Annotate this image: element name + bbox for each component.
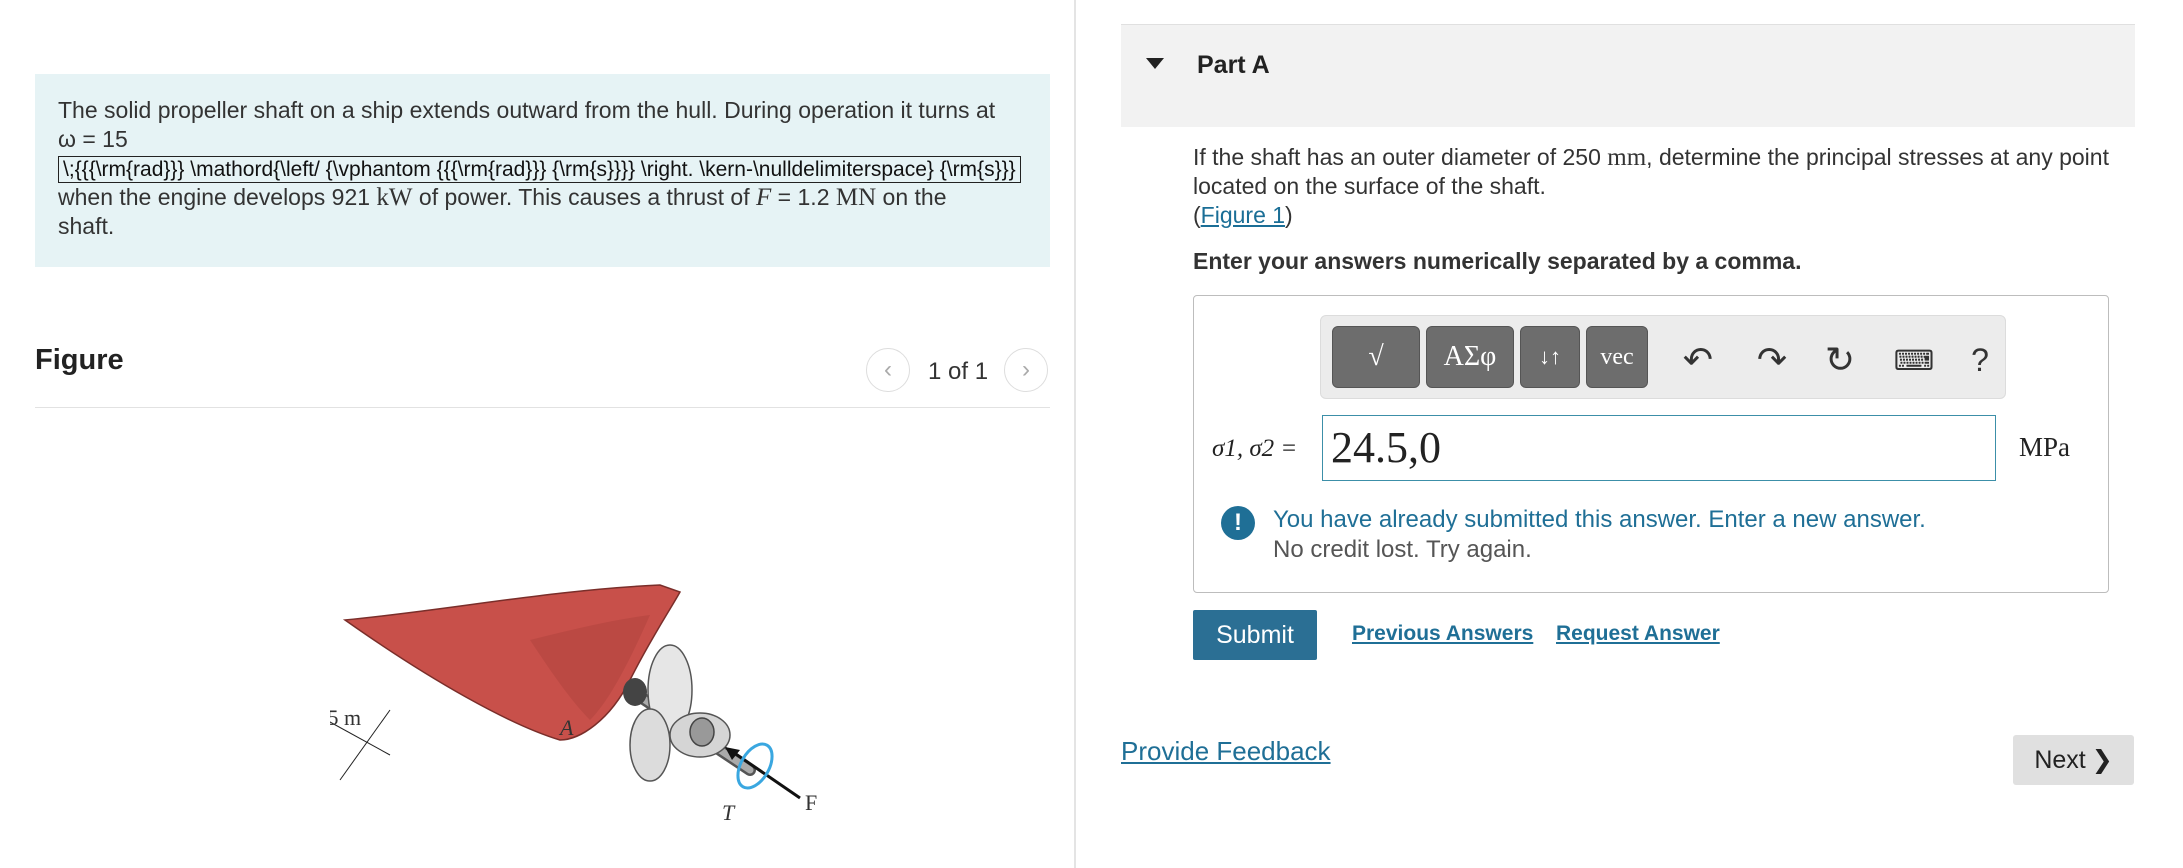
figure-pager-text: 1 of 1 [928, 358, 989, 385]
problem-statement: The solid propeller shaft on a ship exte… [58, 96, 1038, 241]
exclamation-icon: ! [1221, 506, 1255, 540]
templates-button[interactable]: √ [1332, 326, 1420, 388]
reset-icon[interactable]: ↻ [1816, 339, 1864, 380]
answer-unit: MPa [2019, 432, 2071, 462]
feedback-message: You have already submitted this answer. … [1273, 506, 1926, 533]
problem-omega: ω = 15 [58, 126, 128, 152]
label-a: A [558, 715, 574, 740]
latex-render-error: \;{{{\rm{rad}}} \mathord{\left/ {\vphant… [58, 156, 1021, 183]
propeller-blade-bottom [629, 708, 671, 782]
problem-line-1: The solid propeller shaft on a ship exte… [58, 97, 996, 123]
label-t: T [722, 800, 736, 825]
answer-input[interactable]: 24.5,0 [1322, 415, 1996, 481]
answer-label: σ1, σ2 = [1212, 435, 1298, 462]
panel-divider [1074, 0, 1076, 868]
greek-symbols-button[interactable]: ΑΣφ [1426, 326, 1514, 388]
propeller-shaft-figure: 0.75 m A T F [330, 584, 817, 825]
chevron-left-icon: ‹ [884, 356, 892, 383]
hull-shape [342, 584, 682, 741]
question-text: If the shaft has an outer diameter of 25… [1193, 144, 2109, 228]
problem-line-4: shaft. [58, 213, 115, 239]
keyboard-icon[interactable]: ⌨ [1886, 340, 1942, 380]
figure-title: Figure [35, 344, 124, 376]
part-a-header[interactable] [1121, 24, 2135, 127]
chevron-right-icon: › [1022, 356, 1030, 383]
collapse-caret-icon[interactable] [1146, 58, 1164, 69]
feedback-subtext: No credit lost. Try again. [1273, 536, 1532, 563]
chevron-right-icon: ❯ [2091, 746, 2113, 774]
request-answer-link[interactable]: Request Answer [1556, 622, 1720, 646]
submit-button[interactable]: Submit [1193, 610, 1317, 660]
next-figure-button[interactable]: › [1004, 348, 1048, 392]
answer-instruction: Enter your answers numerically separated… [1193, 248, 1802, 274]
next-button[interactable]: Next ❯ [2013, 735, 2134, 785]
propeller-hub [689, 717, 715, 747]
redo-icon[interactable]: ↷ [1748, 339, 1796, 380]
prev-figure-button[interactable]: ‹ [866, 348, 910, 392]
previous-answers-link[interactable]: Previous Answers [1352, 622, 1533, 646]
undo-icon[interactable]: ↶ [1674, 339, 1722, 380]
dimension-label: 0.75 m [330, 705, 361, 730]
figure-divider [35, 407, 1050, 408]
problem-line-3: when the engine develops 921 kW of power… [58, 184, 947, 211]
provide-feedback-link[interactable]: Provide Feedback [1121, 736, 1331, 767]
help-icon[interactable]: ? [1960, 340, 2000, 380]
shaft-collar [623, 678, 647, 706]
part-title: Part A [1197, 51, 1270, 79]
label-f: F [805, 790, 817, 815]
sub-superscript-button[interactable]: ↓↑ [1520, 326, 1580, 388]
figure-link[interactable]: Figure 1 [1201, 202, 1285, 228]
vector-button[interactable]: vec [1586, 326, 1648, 388]
